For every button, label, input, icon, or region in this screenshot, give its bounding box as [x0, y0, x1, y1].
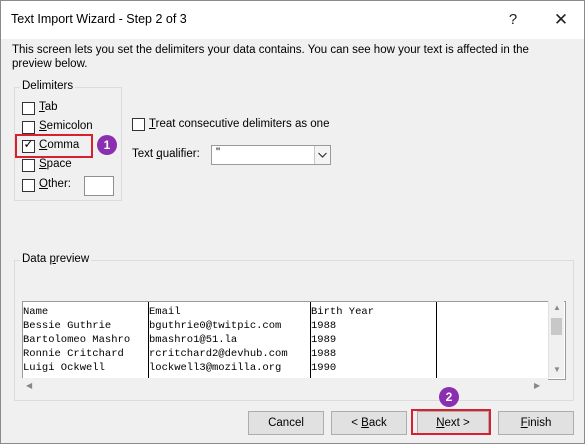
scroll-up-icon[interactable]: ▲	[553, 303, 561, 312]
column-divider[interactable]	[436, 302, 437, 378]
tab-checkbox[interactable]	[22, 102, 35, 115]
next-highlight-box	[411, 409, 491, 435]
preview-cell: bguthrie0@twitpic.com	[149, 320, 282, 332]
preview-cell: Ronnie Critchard	[23, 348, 124, 360]
preview-cell: bmashro1@51.la	[149, 334, 238, 346]
step1-badge: 1	[97, 135, 117, 155]
scroll-left-icon[interactable]: ◀	[26, 381, 32, 390]
window-title: Text Import Wizard - Step 2 of 3	[11, 12, 187, 26]
preview-cell: 1989	[311, 334, 337, 346]
text-qualifier-value: "	[216, 147, 221, 159]
scroll-down-icon[interactable]: ▼	[553, 365, 561, 374]
scroll-right-icon[interactable]: ▶	[534, 381, 540, 390]
preview-cell: 1988	[311, 348, 337, 360]
preview-horizontal-scrollbar[interactable]: ◀ ▶	[22, 378, 548, 393]
other-checkbox[interactable]	[22, 179, 35, 192]
cancel-button[interactable]: Cancel	[248, 411, 324, 435]
chevron-down-icon[interactable]	[314, 146, 330, 164]
help-icon[interactable]: ?	[491, 5, 535, 35]
text-import-wizard-dialog: Text Import Wizard - Step 2 of 3 ? ✕ Thi…	[0, 0, 585, 444]
preview-header-birth-year: Birth Year	[311, 306, 375, 318]
consecutive-delimiters-label: Treat consecutive delimiters as one	[149, 118, 330, 130]
scrollbar-thumb[interactable]	[551, 318, 562, 335]
back-button[interactable]: < Back	[331, 411, 407, 435]
text-qualifier-label: Text qualifier:	[132, 148, 200, 160]
text-qualifier-select[interactable]: "	[211, 145, 331, 165]
preview-cell: Bessie Guthrie	[23, 320, 112, 332]
preview-vertical-scrollbar[interactable]: ▲ ▼	[548, 301, 564, 378]
preview-cell: lockwell3@mozilla.org	[149, 362, 282, 374]
preview-header-email: Email	[149, 306, 181, 318]
preview-cell: rcritchard2@devhub.com	[149, 348, 288, 360]
data-preview-grid[interactable]: Name Email Birth Year Bessie Guthrie bgu…	[22, 301, 566, 380]
step-description: This screen lets you set the delimiters …	[12, 44, 529, 70]
close-icon[interactable]: ✕	[539, 5, 583, 35]
other-delimiter-input[interactable]	[84, 176, 114, 196]
comma-highlight-box	[15, 134, 93, 158]
other-label: Other:	[39, 178, 71, 190]
preview-header-name: Name	[23, 306, 49, 318]
title-bar: Text Import Wizard - Step 2 of 3 ? ✕	[1, 1, 584, 39]
finish-button[interactable]: Finish	[498, 411, 574, 435]
step2-badge: 2	[439, 387, 459, 407]
space-checkbox[interactable]	[22, 159, 35, 172]
preview-cell: Luigi Ockwell	[23, 362, 105, 374]
preview-cell: Bartolomeo Mashro	[23, 334, 131, 346]
space-label: Space	[39, 158, 72, 170]
delimiters-group-label: Delimiters	[20, 80, 76, 92]
preview-cell: 1990	[311, 362, 337, 374]
data-preview-group-label: Data preview	[20, 253, 92, 265]
consecutive-delimiters-checkbox[interactable]	[132, 118, 145, 131]
preview-cell: 1988	[311, 320, 337, 332]
semicolon-label: Semicolon	[39, 120, 93, 132]
semicolon-checkbox[interactable]	[22, 121, 35, 134]
tab-label: Tab	[39, 101, 58, 113]
